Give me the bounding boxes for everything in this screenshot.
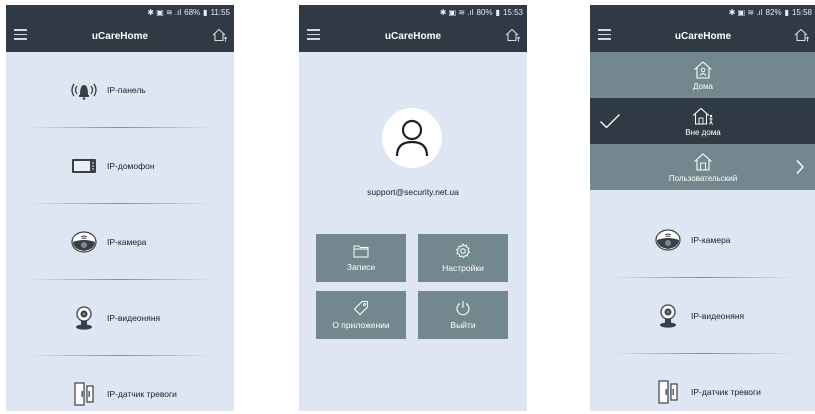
mode-label: Пользовательский <box>668 173 738 183</box>
mode-label: Дома <box>693 81 713 91</box>
home-mode-icon[interactable] <box>794 28 810 42</box>
mode-at-home[interactable]: Дома <box>590 52 815 98</box>
clock: 11:55 <box>210 8 230 17</box>
tile-label: Записи <box>346 262 376 272</box>
battery-icon: ▮ <box>495 8 500 17</box>
battery-level: 68% <box>184 8 201 17</box>
hamburger-menu-icon[interactable] <box>14 29 27 41</box>
status-bar: ✱ ▣ ≋ .ıl 68% ▮ 11:55 <box>6 5 234 20</box>
list-item-ip-alarm-sensor[interactable]: IP-датчик тревоги <box>590 354 815 411</box>
folder-icon <box>353 245 369 258</box>
home-mode-icon[interactable] <box>505 28 521 42</box>
item-label: IP-датчик тревоги <box>691 386 761 397</box>
records-button[interactable]: Записи <box>316 234 406 282</box>
list-item-ip-camera[interactable]: IP-камера <box>590 202 815 277</box>
item-label: IP-видеоняня <box>691 310 745 321</box>
status-icons: ✱ ▣ ≋ .ıl <box>439 8 474 17</box>
item-label: IP-камера <box>691 234 731 245</box>
item-label: IP-домофон <box>107 160 155 171</box>
app-title: uCareHome <box>384 30 442 42</box>
baby-monitor-icon <box>650 303 686 329</box>
battery-icon: ▮ <box>784 8 789 17</box>
settings-button[interactable]: Настройки <box>418 234 508 282</box>
item-label: IP-видеоняня <box>107 312 161 323</box>
user-icon <box>395 119 429 157</box>
door-sensor-icon <box>66 381 102 406</box>
item-label: IP-панель <box>107 84 146 95</box>
avatar[interactable] <box>382 108 442 168</box>
gear-icon <box>455 243 471 259</box>
list-item-ip-baby-monitor[interactable]: IP-видеоняня <box>6 280 234 355</box>
hamburger-menu-icon[interactable] <box>307 29 320 41</box>
app-bar: uCareHome <box>299 20 527 52</box>
app-bar: uCareHome <box>590 20 815 52</box>
door-sensor-icon <box>650 379 686 404</box>
home-mode-icon[interactable] <box>212 28 228 42</box>
clock: 15:53 <box>502 8 523 17</box>
tile-label: Выйти <box>450 320 476 330</box>
tile-label: О приложении <box>332 320 390 330</box>
app-title: uCareHome <box>91 30 149 42</box>
home-custom-icon <box>694 152 712 171</box>
mode-away[interactable]: Вне дома <box>590 98 815 144</box>
mode-custom[interactable]: Пользовательский <box>590 144 815 190</box>
logout-button[interactable]: Выйти <box>418 291 508 339</box>
clock: 15:58 <box>791 8 812 17</box>
intercom-monitor-icon <box>66 158 102 174</box>
home-away-icon <box>692 107 713 125</box>
device-list-screen: ✱ ▣ ≋ .ıl 68% ▮ 11:55 uCareHome IP-панел… <box>6 5 234 411</box>
list-item-ip-alarm-sensor[interactable]: IP-датчик тревоги <box>6 356 234 411</box>
device-list: IP-камера IP-видеоняня IP-датчик тревоги <box>590 202 815 411</box>
chevron-right-icon[interactable] <box>795 159 805 175</box>
alarm-panel-icon <box>66 80 102 100</box>
battery-level: 80% <box>476 8 493 17</box>
item-label: IP-камера <box>107 236 147 247</box>
tag-icon <box>353 301 368 316</box>
power-icon <box>456 301 470 316</box>
home-person-icon <box>694 60 712 79</box>
list-item-ip-intercom[interactable]: IP-домофон <box>6 128 234 203</box>
list-item-ip-baby-monitor[interactable]: IP-видеоняня <box>590 278 815 353</box>
list-item-ip-camera[interactable]: IP-камера <box>6 204 234 279</box>
baby-monitor-icon <box>66 305 102 331</box>
status-bar: ✱ ▣ ≋ .ıl 80% ▮ 15:53 <box>299 5 527 20</box>
profile-screen: ✱ ▣ ≋ .ıl 80% ▮ 15:53 uCareHome support@… <box>299 5 527 411</box>
app-title: uCareHome <box>674 30 732 42</box>
battery-icon: ▮ <box>203 8 208 17</box>
mode-label: Вне дома <box>685 127 721 137</box>
item-label: IP-датчик тревоги <box>107 388 177 399</box>
status-icons: ✱ ▣ ≋ .ıl <box>728 8 763 17</box>
list-item-ip-panel[interactable]: IP-панель <box>6 52 234 127</box>
user-email: support@security.net.ua <box>367 187 459 197</box>
battery-level: 82% <box>765 8 782 17</box>
status-icons: ✱ ▣ ≋ .ıl <box>147 8 182 17</box>
about-app-button[interactable]: О приложении <box>316 291 406 339</box>
dome-camera-icon <box>66 230 102 253</box>
hamburger-menu-icon[interactable] <box>598 29 611 41</box>
app-bar: uCareHome <box>6 20 234 52</box>
mode-select-screen: ✱ ▣ ≋ .ıl 82% ▮ 15:58 uCareHome Дома Вне… <box>590 5 815 411</box>
status-bar: ✱ ▣ ≋ .ıl 82% ▮ 15:58 <box>590 5 815 20</box>
checkmark-icon <box>600 114 620 129</box>
dome-camera-icon <box>650 228 686 251</box>
tile-label: Настройки <box>442 263 484 273</box>
